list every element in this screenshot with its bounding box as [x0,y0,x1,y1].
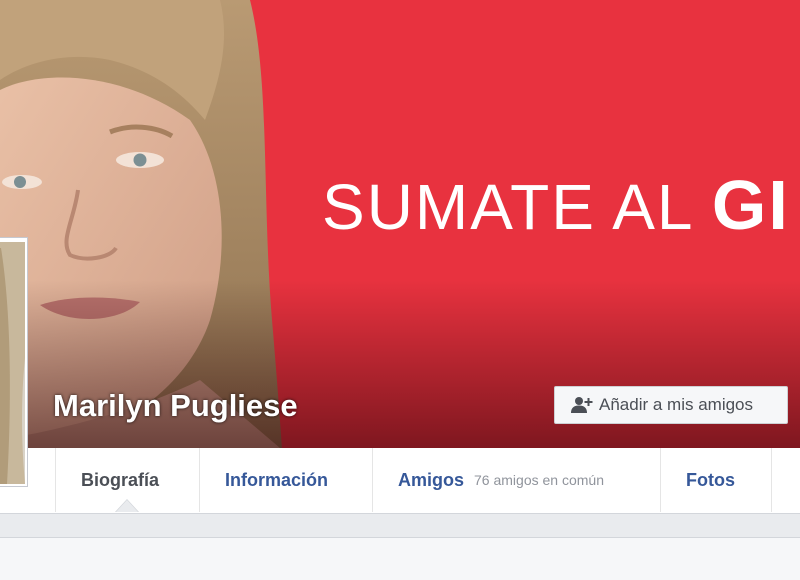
profile-nav-bar: Biografía Información Amigos 76 amigos e… [0,448,800,514]
add-friend-icon [571,396,593,414]
cover-slogan: SUMATE AL GI [322,170,790,240]
mutual-friends-count: 76 amigos en común [474,472,604,488]
add-friend-button[interactable]: Añadir a mis amigos [554,386,788,424]
active-tab-caret [116,500,138,512]
tab-amigos[interactable]: Amigos 76 amigos en común [372,448,660,512]
add-friend-label: Añadir a mis amigos [599,395,754,414]
cover-slogan-prefix: SUMATE AL [322,171,693,243]
cover-slogan-bold: GI [711,166,790,244]
tab-more[interactable] [771,448,800,512]
tab-informacion-label: Información [225,469,329,490]
cover-photo[interactable]: SUMATE AL GI Marilyn Pugliese Añadir a m… [0,0,800,448]
tab-fotos-label: Fotos [686,469,735,490]
profile-name[interactable]: Marilyn Pugliese [53,388,298,424]
tab-fotos[interactable]: Fotos [660,448,771,512]
tab-informacion[interactable]: Información [199,448,372,512]
tab-amigos-label: Amigos [398,469,465,490]
profile-picture[interactable] [0,237,28,487]
timeline-area [0,537,800,580]
tab-biografia-label: Biografía [81,469,160,490]
